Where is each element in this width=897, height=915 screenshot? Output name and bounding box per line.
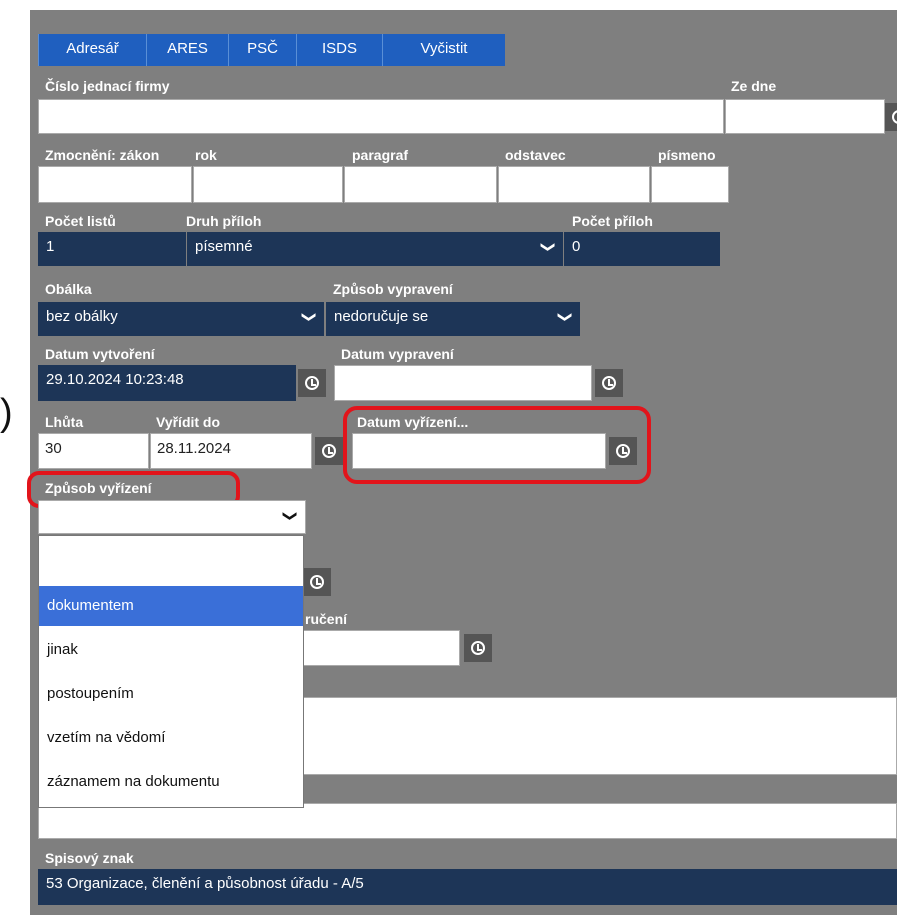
annotation-circle-datum-vyrizeni	[343, 406, 651, 484]
druh-priloh-label: Druh příloh	[186, 213, 262, 229]
option-postoupenim[interactable]: postoupením	[39, 674, 303, 714]
option-vzetim-na-vedomi[interactable]: vzetím na vědomí	[39, 718, 303, 758]
doruceni-input[interactable]	[300, 630, 460, 666]
spisovy-znak-label: Spisový znak	[45, 850, 134, 866]
ares-button[interactable]: ARES	[146, 34, 228, 66]
pocet-priloh-input[interactable]: 0	[564, 232, 720, 266]
option-jinak[interactable]: jinak	[39, 630, 303, 670]
druh-priloh-value: písemné	[195, 238, 253, 255]
paragraf-label: paragraf	[352, 147, 409, 163]
vyridit-do-clock-button[interactable]	[315, 437, 343, 465]
obalka-select[interactable]: bez obálky ❯	[38, 302, 324, 336]
ze-dne-clock-button[interactable]	[885, 103, 897, 131]
datum-vytvoreni-clock-button[interactable]	[298, 369, 326, 397]
chevron-down-icon: ❯	[283, 510, 300, 522]
paragraf-input[interactable]	[344, 166, 497, 203]
spisovy-znak-select[interactable]: 53 Organizace, členění a působnost úřadu…	[38, 869, 897, 905]
isds-button[interactable]: ISDS	[296, 34, 382, 66]
clock-icon	[602, 376, 616, 390]
zakon-input[interactable]	[38, 166, 192, 203]
psc-button[interactable]: PSČ	[228, 34, 296, 66]
zpusob-vyrizeni-select[interactable]: ❯	[38, 500, 306, 534]
doruceni-label: ručení	[305, 611, 348, 627]
vyridit-do-input[interactable]: 28.11.2024	[150, 433, 312, 469]
option-empty[interactable]	[39, 536, 303, 576]
zpusob-vypraveni-label: Způsob vypravení	[333, 281, 453, 297]
obalka-label: Obálka	[45, 281, 92, 297]
clock-icon	[305, 376, 319, 390]
vyridit-do-label: Vyřídit do	[156, 414, 221, 430]
option-dokumentem[interactable]: dokumentem	[39, 586, 303, 626]
druh-priloh-select[interactable]: písemné ❯	[187, 232, 563, 266]
ze-dne-input[interactable]	[725, 99, 885, 134]
zpusob-vypraveni-value: nedoručuje se	[334, 308, 429, 325]
pocet-listu-input[interactable]: 1	[38, 232, 186, 266]
clock-icon	[471, 641, 485, 655]
option-zaznamem-na-dokumentu[interactable]: záznamem na dokumentu	[39, 762, 303, 802]
clock-icon	[322, 444, 336, 458]
hidden-field-clock-button[interactable]	[303, 568, 331, 596]
zpusob-vypraveni-select[interactable]: nedoručuje se ❯	[326, 302, 580, 336]
pismeno-label: písmeno	[658, 147, 716, 163]
datum-vypraveni-label: Datum vypravení	[341, 346, 454, 362]
chevron-down-icon: ❯	[541, 241, 558, 253]
vycistit-button[interactable]: Vyčistit	[382, 34, 505, 66]
zpusob-vyrizeni-options: dokumentem jinak postoupením vzetím na v…	[38, 535, 304, 808]
odstavec-label: odstavec	[505, 147, 566, 163]
chevron-down-icon: ❯	[302, 311, 319, 323]
adresar-button[interactable]: Adresář	[38, 34, 146, 66]
doruceni-clock-button[interactable]	[464, 634, 492, 662]
cislo-jednaci-input[interactable]	[38, 99, 724, 134]
pocet-listu-label: Počet listů	[45, 213, 116, 229]
extra-input[interactable]	[38, 803, 897, 839]
datum-vytvoreni-label: Datum vytvoření	[45, 346, 155, 362]
zmocneni-label: Zmocnění: zákon	[45, 147, 160, 163]
datum-vypraveni-input[interactable]	[334, 365, 592, 401]
clock-icon	[310, 575, 324, 589]
pocet-priloh-label: Počet příloh	[572, 213, 653, 229]
chevron-down-icon: ❯	[558, 311, 575, 323]
obalka-value: bez obálky	[46, 308, 118, 325]
datum-vypraveni-clock-button[interactable]	[595, 369, 623, 397]
lhuta-label: Lhůta	[45, 414, 84, 430]
cislo-jednaci-label: Číslo jednací firmy	[45, 78, 170, 94]
stray-parenthesis: )	[0, 392, 13, 434]
lhuta-input[interactable]: 30	[38, 433, 149, 469]
pismeno-input[interactable]	[651, 166, 729, 203]
rok-label: rok	[195, 147, 217, 163]
clock-icon	[892, 110, 897, 124]
datum-vytvoreni-input[interactable]: 29.10.2024 10:23:48	[38, 365, 296, 401]
ze-dne-label: Ze dne	[731, 78, 777, 94]
note-textarea[interactable]	[300, 697, 897, 775]
rok-input[interactable]	[193, 166, 343, 203]
odstavec-input[interactable]	[498, 166, 650, 203]
